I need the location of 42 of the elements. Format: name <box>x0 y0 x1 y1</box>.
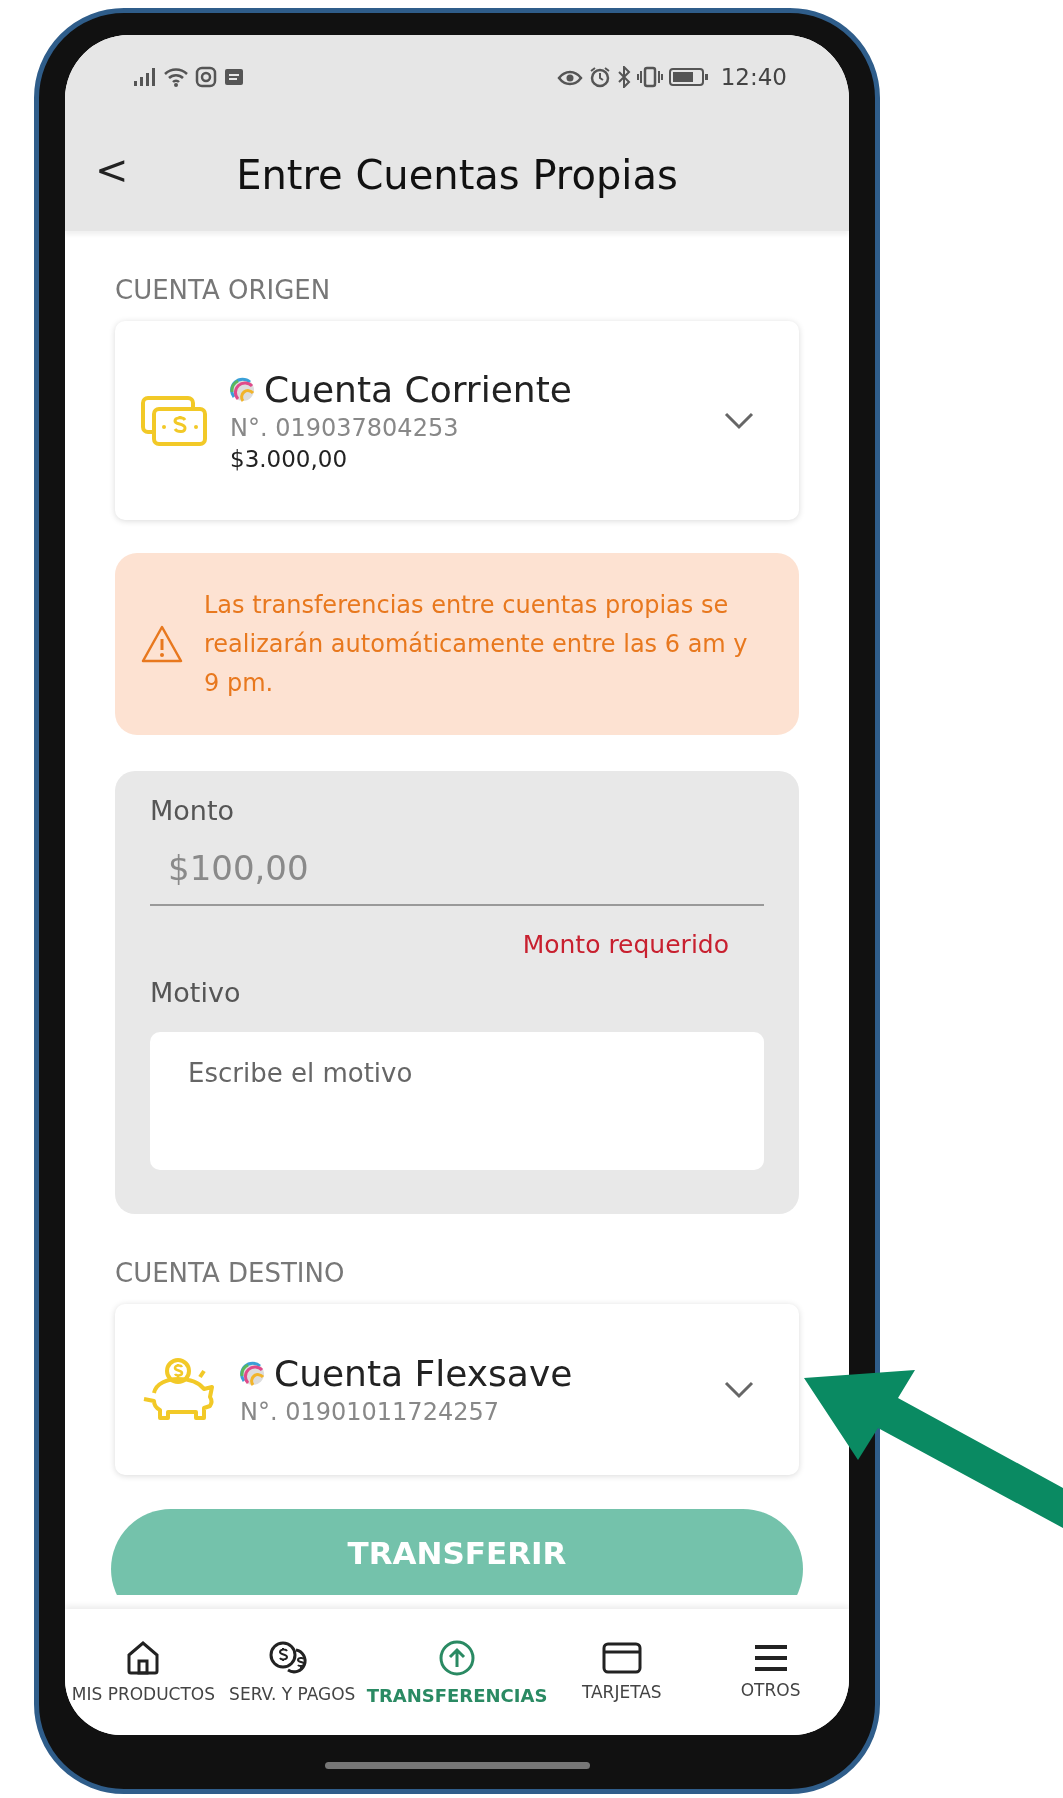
cash-icon <box>140 394 208 447</box>
account-number: N°. 019037804253 <box>230 414 460 442</box>
account-number: N°. 01901011724257 <box>240 1398 500 1426</box>
bank-logo-icon <box>230 376 256 403</box>
message-icon <box>223 67 245 87</box>
field-label: Motivo <box>150 977 242 1008</box>
nav-tab[interactable]: TARJETAS <box>547 1609 697 1735</box>
section-label: CUENTA ORIGEN <box>115 275 332 305</box>
amount-field[interactable]: $100,00 <box>150 838 764 906</box>
screen-title: Entre Cuentas Propias <box>236 152 678 198</box>
arrow-up-circle-icon <box>438 1638 476 1677</box>
alarm-icon <box>588 66 611 88</box>
bank-logo-icon <box>240 1360 266 1387</box>
clock-time: 12:40 <box>720 64 787 90</box>
home-indicator[interactable] <box>324 1761 590 1769</box>
camera-icon <box>195 66 217 88</box>
menu-icon <box>752 1644 789 1672</box>
nav-tab[interactable]: SERV. Y PAGOS <box>217 1609 367 1735</box>
card-icon <box>601 1642 642 1674</box>
error-message: Monto requerido <box>522 930 729 959</box>
account-selector[interactable]: Cuenta Flexsave N°. 01901011724257 <box>115 1304 799 1475</box>
back-button[interactable]: < <box>85 147 139 193</box>
field-label: Monto <box>150 795 236 826</box>
account-balance: $3.000,00 <box>230 446 349 472</box>
account-selector[interactable]: Cuenta Corriente N°. 019037804253 $3.000,00 <box>115 321 799 520</box>
section-label: CUENTA DESTINO <box>115 1258 346 1288</box>
vibrate-icon <box>636 66 663 88</box>
reason-field[interactable]: Escribe el motivo <box>150 1032 764 1170</box>
account-name: Cuenta Flexsave <box>274 1353 573 1394</box>
warning-icon <box>140 624 184 664</box>
battery-icon <box>668 67 709 87</box>
warning-text: Las transferencias entre cuentas propias se realizarán automáticamente entre las 6 am y 9 pm. <box>204 589 749 699</box>
home-icon <box>126 1640 161 1676</box>
chevron-down-icon[interactable] <box>724 1380 754 1399</box>
signal-icon <box>133 67 157 87</box>
nav-tab[interactable]: MIS PRODUCTOS <box>69 1609 218 1735</box>
nav-tab[interactable]: TRANSFERENCIAS <box>366 1609 548 1735</box>
account-name: Cuenta Corriente <box>264 369 572 410</box>
wifi-icon <box>163 66 189 88</box>
nav-tab[interactable]: OTROS <box>696 1609 846 1735</box>
bluetooth-icon <box>616 66 631 88</box>
chevron-down-icon[interactable] <box>724 411 754 430</box>
